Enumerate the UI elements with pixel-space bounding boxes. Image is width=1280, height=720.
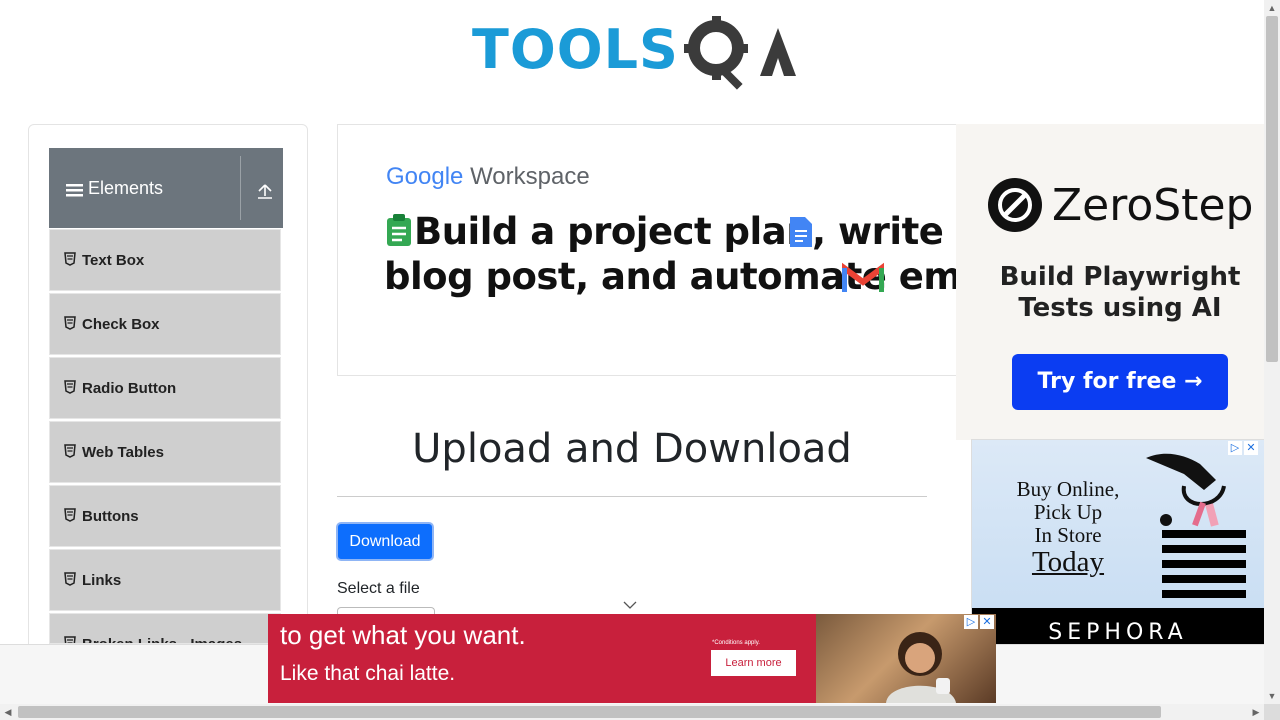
sidebar-item-buttons[interactable]: Buttons: [49, 485, 281, 547]
zerostep-logo-icon: [988, 178, 1042, 232]
chevron-down-icon[interactable]: [622, 598, 638, 612]
sephora-brand: SEPHORA: [972, 608, 1264, 644]
vertical-scroll-thumb[interactable]: [1266, 16, 1278, 362]
elements-group-title: Elements: [88, 178, 164, 198]
close-icon[interactable]: ✕: [1244, 441, 1258, 455]
sidebar-item-label: Check Box: [82, 316, 160, 333]
html5-icon: [64, 444, 76, 458]
zerostep-tagline: Build Playwright Tests using AI: [999, 262, 1241, 323]
sidebar-item-links[interactable]: Links: [49, 549, 281, 611]
scroll-left-icon[interactable]: ◀: [0, 704, 16, 720]
sephora-line-1: Buy Online,: [1016, 477, 1120, 501]
close-icon[interactable]: ✕: [980, 615, 994, 629]
elements-group-header[interactable]: [49, 148, 283, 228]
page-title: Upload and Download: [412, 426, 852, 472]
try-for-free-button[interactable]: Try for free →: [1012, 354, 1228, 410]
download-button[interactable]: Download: [336, 522, 434, 561]
sidebar-item-text-box[interactable]: Text Box: [49, 229, 281, 291]
striped-bag-icon: [1162, 530, 1246, 598]
sidebar-item-label: Text Box: [82, 252, 145, 269]
sephora-today: Today: [1031, 546, 1105, 578]
docs-icon: [790, 217, 812, 247]
shopping-hand-icon: [1146, 453, 1226, 527]
sephora-line-3: In Store: [1034, 523, 1102, 547]
scrollbar-corner: [1264, 704, 1280, 720]
sidebar-item-check-box[interactable]: Check Box: [49, 293, 281, 355]
scroll-up-icon[interactable]: ▲: [1264, 0, 1280, 16]
sephora-ad[interactable]: Buy Online, Pick Up In Store Today SEPHO…: [971, 439, 1265, 645]
learn-more-button[interactable]: Learn more: [711, 650, 796, 676]
html5-icon: [64, 636, 76, 643]
bottom-banner-ad[interactable]: to get what you want. Like that chai lat…: [268, 614, 996, 703]
sidebar-item-label: Broken Links - Images: [82, 636, 242, 643]
ad-line-2: Like that chai latte.: [280, 662, 456, 685]
title-divider: [337, 496, 927, 497]
ad-photo: ▷ ✕: [816, 614, 996, 703]
ad-conditions: *Conditions apply.: [712, 640, 760, 646]
google-workspace-brand: Google Workspace: [386, 163, 590, 191]
sephora-line-2: Pick Up: [1033, 500, 1103, 524]
horizontal-scroll-thumb[interactable]: [18, 706, 1161, 718]
sidebar-item-label: Links: [82, 572, 122, 589]
upload-arrow-icon[interactable]: [256, 182, 274, 200]
sidebar-item-web-tables[interactable]: Web Tables: [49, 421, 281, 483]
clipboard-icon: [387, 214, 411, 246]
sidebar-item-radio-button[interactable]: Radio Button: [49, 357, 281, 419]
sephora-copy: Buy Online, Pick Up In Store Today: [984, 477, 1152, 578]
logo-qa-text: QA: [680, 14, 682, 15]
sidebar-item-label: Buttons: [82, 508, 139, 525]
gmail-icon: [842, 262, 884, 292]
html5-icon: [64, 316, 76, 330]
adchoices-icon[interactable]: ▷: [964, 615, 978, 629]
google-wordmark: Google: [386, 163, 464, 190]
toolsqa-logo-icon[interactable]: QA: [680, 14, 800, 92]
headline-line-1: Build a project plan, write a: [414, 210, 959, 253]
google-workspace-ad[interactable]: Google Workspace Build a project plan, w…: [337, 124, 959, 376]
sidebar-item-broken-links[interactable]: Broken Links - Images: [49, 613, 281, 644]
logo-tools-text[interactable]: TOOLS: [472, 18, 679, 81]
header-divider: [240, 156, 241, 220]
scroll-down-icon[interactable]: ▼: [1264, 688, 1280, 704]
sidebar-item-label: Radio Button: [82, 380, 177, 397]
html5-icon: [64, 572, 76, 586]
html5-icon: [64, 380, 76, 394]
adchoices-icon[interactable]: ▷: [1228, 441, 1242, 455]
scroll-right-icon[interactable]: ▶: [1248, 704, 1264, 720]
sidebar-item-label: Web Tables: [82, 444, 164, 461]
select-file-label: Select a file: [337, 580, 420, 597]
html5-icon: [64, 508, 76, 522]
hamburger-icon: [66, 184, 83, 197]
html5-icon: [64, 252, 76, 266]
zerostep-name: ZeroStep: [1052, 180, 1254, 231]
ad-line-1: to get what you want.: [280, 620, 526, 650]
workspace-wordmark: Workspace: [470, 163, 590, 190]
